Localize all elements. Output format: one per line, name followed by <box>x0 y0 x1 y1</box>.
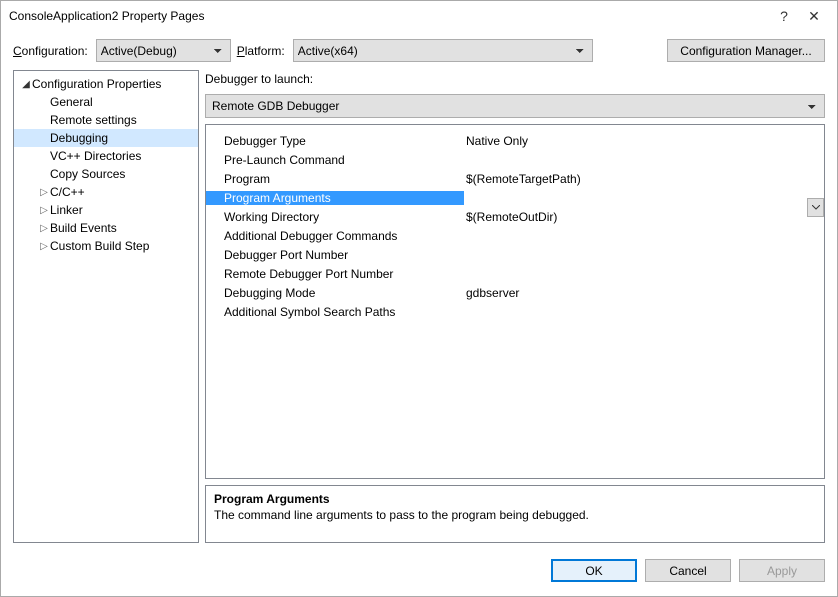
tree-item-label: Custom Build Step <box>50 239 149 253</box>
chevron-down-icon[interactable]: ◢ <box>20 79 32 90</box>
property-name: Additional Debugger Commands <box>206 229 464 243</box>
property-row-program[interactable]: Program$(RemoteTargetPath) <box>206 169 824 188</box>
property-value[interactable]: Native Only <box>464 134 824 148</box>
tree-item-remote-settings[interactable]: Remote settings <box>14 111 198 129</box>
tree-item-label: Debugging <box>50 131 108 145</box>
property-row-debugger-type[interactable]: Debugger TypeNative Only <box>206 131 824 150</box>
property-name: Pre-Launch Command <box>206 153 464 167</box>
dialog-footer: OK Cancel Apply <box>1 551 837 596</box>
property-value[interactable]: $(RemoteTargetPath) <box>464 172 824 186</box>
property-name: Program Arguments <box>206 191 464 205</box>
property-row-additional-symbol-search-paths[interactable]: Additional Symbol Search Paths <box>206 302 824 321</box>
description-panel: Program Arguments The command line argum… <box>205 485 825 543</box>
window-title: ConsoleApplication2 Property Pages <box>9 9 769 23</box>
property-name: Program <box>206 172 464 186</box>
ok-button[interactable]: OK <box>551 559 637 582</box>
tree-item-label: Linker <box>50 203 83 217</box>
configuration-label: Configuration: <box>13 44 88 58</box>
property-row-debugging-mode[interactable]: Debugging Modegdbserver <box>206 283 824 302</box>
tree-item-label: Remote settings <box>50 113 137 127</box>
debugger-to-launch-label: Debugger to launch: <box>205 72 825 86</box>
property-row-debugger-port-number[interactable]: Debugger Port Number <box>206 245 824 264</box>
configuration-select[interactable]: Active(Debug) <box>96 39 231 62</box>
close-button[interactable]: ✕ <box>799 8 829 25</box>
platform-select[interactable]: Active(x64) <box>293 39 593 62</box>
apply-button[interactable]: Apply <box>739 559 825 582</box>
help-button[interactable]: ? <box>769 8 799 24</box>
debugger-to-launch-select[interactable]: Remote GDB Debugger <box>205 94 825 118</box>
property-row-remote-debugger-port-number[interactable]: Remote Debugger Port Number <box>206 264 824 283</box>
property-value[interactable]: $(RemoteOutDir) <box>464 210 824 224</box>
platform-label: Platform: <box>237 44 285 58</box>
cancel-button[interactable]: Cancel <box>645 559 731 582</box>
property-name: Debugger Type <box>206 134 464 148</box>
property-grid[interactable]: Debugger TypeNative OnlyPre-Launch Comma… <box>205 124 825 479</box>
tree-item-label: VC++ Directories <box>50 149 141 163</box>
configuration-manager-button[interactable]: Configuration Manager... <box>667 39 825 62</box>
tree-item-c-c-[interactable]: ▷C/C++ <box>14 183 198 201</box>
tree-item-linker[interactable]: ▷Linker <box>14 201 198 219</box>
titlebar: ConsoleApplication2 Property Pages ? ✕ <box>1 1 837 31</box>
tree-item-copy-sources[interactable]: Copy Sources <box>14 165 198 183</box>
chevron-right-icon[interactable]: ▷ <box>38 205 50 216</box>
tree-item-label: Build Events <box>50 221 117 235</box>
tree-item-build-events[interactable]: ▷Build Events <box>14 219 198 237</box>
property-name: Debugger Port Number <box>206 248 464 262</box>
top-bar: Configuration: Active(Debug) Platform: A… <box>1 31 837 70</box>
property-row-working-directory[interactable]: Working Directory$(RemoteOutDir) <box>206 207 824 226</box>
tree-item-label: Copy Sources <box>50 167 125 181</box>
property-row-program-arguments[interactable]: Program Arguments <box>206 188 824 207</box>
property-name: Debugging Mode <box>206 286 464 300</box>
property-name: Remote Debugger Port Number <box>206 267 464 281</box>
property-name: Additional Symbol Search Paths <box>206 305 464 319</box>
tree-root-configuration-properties[interactable]: ◢ Configuration Properties <box>14 75 198 93</box>
chevron-right-icon[interactable]: ▷ <box>38 223 50 234</box>
tree-item-general[interactable]: General <box>14 93 198 111</box>
property-value[interactable]: gdbserver <box>464 286 824 300</box>
property-row-pre-launch-command[interactable]: Pre-Launch Command <box>206 150 824 169</box>
description-text: The command line arguments to pass to th… <box>214 508 816 522</box>
tree-item-label: C/C++ <box>50 185 85 199</box>
property-row-additional-debugger-commands[interactable]: Additional Debugger Commands <box>206 226 824 245</box>
config-tree[interactable]: ◢ Configuration Properties General Remote… <box>13 70 199 543</box>
tree-item-custom-build-step[interactable]: ▷Custom Build Step <box>14 237 198 255</box>
chevron-right-icon[interactable]: ▷ <box>38 187 50 198</box>
description-title: Program Arguments <box>214 492 816 506</box>
property-name: Working Directory <box>206 210 464 224</box>
chevron-right-icon[interactable]: ▷ <box>38 241 50 252</box>
tree-item-label: General <box>50 95 93 109</box>
tree-item-vc-directories[interactable]: VC++ Directories <box>14 147 198 165</box>
tree-item-debugging[interactable]: Debugging <box>14 129 198 147</box>
